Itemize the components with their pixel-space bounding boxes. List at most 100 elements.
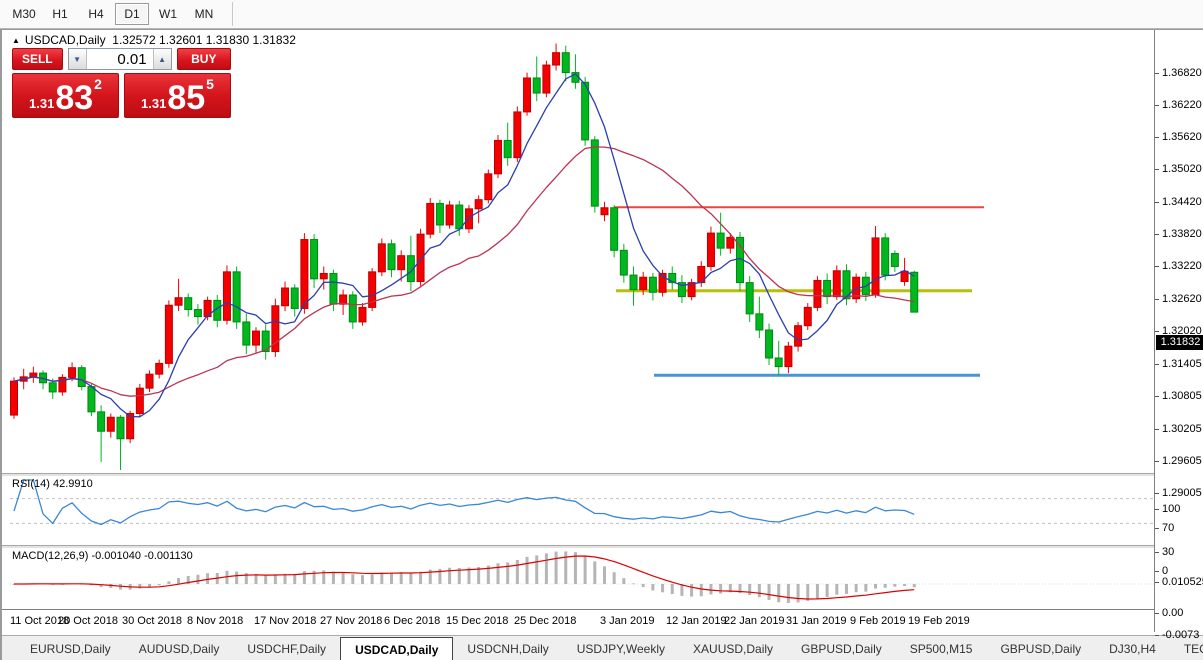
candle xyxy=(127,413,134,438)
candle xyxy=(359,307,366,322)
axis-tick-mark xyxy=(1155,582,1159,583)
candle xyxy=(69,368,76,378)
candle xyxy=(814,280,821,307)
candle xyxy=(243,322,250,345)
chart-tab-usdcad[interactable]: USDCAD,Daily xyxy=(340,637,453,660)
chart-tab-usdchf[interactable]: USDCHF,Daily xyxy=(233,636,340,660)
chart-tab-dj30[interactable]: DJ30,H4 xyxy=(1095,636,1170,660)
macd-bar xyxy=(768,584,771,600)
sell-price-box[interactable]: 1.31 83 2 xyxy=(12,73,119,118)
candle xyxy=(707,233,714,266)
macd-bar xyxy=(497,563,500,584)
buy-price-box[interactable]: 1.31 85 5 xyxy=(124,73,231,118)
volume-increase-button[interactable]: ▲ xyxy=(153,49,171,69)
axis-tick-mark xyxy=(1155,461,1159,462)
candle xyxy=(746,283,753,314)
date-tick-label: 30 Oct 2018 xyxy=(122,615,182,627)
chart-tab-xauusd[interactable]: XAUUSD,Daily xyxy=(679,636,787,660)
macd-bar xyxy=(864,584,867,592)
candle xyxy=(320,273,327,278)
main-chart-pane[interactable]: ▲USDCAD,Daily 1.32572 1.32601 1.31830 1.… xyxy=(2,30,1154,473)
chart-tab-sp500[interactable]: SP500,M15 xyxy=(896,636,987,660)
price-tick-label: 1.36220 xyxy=(1162,99,1202,111)
macd-bar xyxy=(777,584,780,602)
price-tick-label: 1.30805 xyxy=(1162,390,1202,402)
timeframe-button-h1[interactable]: H1 xyxy=(43,3,77,25)
candle xyxy=(136,388,143,413)
chart-tabs-bar: EURUSD,DailyAUDUSD,DailyUSDCHF,DailyUSDC… xyxy=(2,635,1203,660)
candle xyxy=(88,387,95,412)
macd-bar xyxy=(903,584,906,586)
timeframe-button-mn[interactable]: MN xyxy=(187,3,221,25)
candle xyxy=(117,417,124,439)
date-tick-label: 3 Jan 2019 xyxy=(600,615,654,627)
volume-decrease-button[interactable]: ▼ xyxy=(69,49,87,69)
macd-bar xyxy=(700,584,703,596)
macd-bar xyxy=(516,560,519,584)
macd-bar xyxy=(603,566,606,584)
macd-bar xyxy=(206,573,209,584)
timeframe-button-h4[interactable]: H4 xyxy=(79,3,113,25)
axis-tick-mark xyxy=(1155,493,1159,494)
date-tick-label: 19 Feb 2019 xyxy=(908,615,970,627)
candle xyxy=(795,326,802,346)
price-axis[interactable]: 1.368201.362201.356201.350201.344201.338… xyxy=(1154,30,1203,632)
axis-tick-mark xyxy=(1155,552,1159,553)
axis-tick-mark xyxy=(1155,331,1159,332)
collapse-triangle-icon[interactable]: ▲ xyxy=(12,36,20,45)
candle xyxy=(611,208,618,251)
timeframe-button-d1[interactable]: D1 xyxy=(115,3,149,25)
macd-bar xyxy=(758,584,761,597)
macd-bar xyxy=(535,555,538,584)
rsi-indicator-label: RSI(14) 42.9910 xyxy=(12,478,93,490)
buy-button[interactable]: BUY xyxy=(177,48,231,70)
macd-bar xyxy=(855,584,858,592)
chart-tab-gbpusd[interactable]: GBPUSD,Daily xyxy=(986,636,1095,660)
rsi-tick-label: 30 xyxy=(1162,546,1174,558)
sell-button[interactable]: SELL xyxy=(12,48,63,70)
date-tick-label: 9 Feb 2019 xyxy=(850,615,906,627)
horizontal-level-lines xyxy=(614,207,984,375)
candle xyxy=(756,314,763,330)
date-tick-label: 15 Dec 2018 xyxy=(446,615,508,627)
candle xyxy=(649,277,656,292)
candle xyxy=(630,275,637,290)
price-tick-label: 1.33220 xyxy=(1162,260,1202,272)
candle xyxy=(349,295,356,322)
candle xyxy=(911,272,918,312)
chart-tab-audusd[interactable]: AUDUSD,Daily xyxy=(125,636,234,660)
macd-bar xyxy=(419,572,422,584)
chart-tab-usdjpy[interactable]: USDJPY,Weekly xyxy=(563,636,679,660)
candle xyxy=(330,273,337,304)
ohlc-open: 1.32572 xyxy=(112,33,155,47)
date-axis[interactable]: 11 Oct 201820 Oct 201830 Oct 20188 Nov 2… xyxy=(2,609,1154,632)
macd-bar xyxy=(613,572,616,584)
date-tick-label: 31 Jan 2019 xyxy=(786,615,847,627)
chart-tab-gbpusd[interactable]: GBPUSD,Daily xyxy=(787,636,896,660)
axis-tick-mark xyxy=(1155,613,1159,614)
candle xyxy=(785,346,792,366)
candle xyxy=(804,307,811,325)
rsi-pane[interactable]: RSI(14) 42.9910 xyxy=(2,476,1154,545)
chart-tab-usdcnh[interactable]: USDCNH,Daily xyxy=(453,636,562,660)
chart-window: ▲USDCAD,Daily 1.32572 1.32601 1.31830 1.… xyxy=(0,29,1203,660)
timeframe-button-m30[interactable]: M30 xyxy=(7,3,41,25)
candle xyxy=(562,53,569,73)
macd-pane[interactable]: MACD(12,26,9) -0.001040 -0.001130 xyxy=(2,548,1154,609)
candle xyxy=(717,233,724,248)
timeframe-button-w1[interactable]: W1 xyxy=(151,3,185,25)
price-tick-label: 1.30205 xyxy=(1162,423,1202,435)
macd-bar xyxy=(642,584,645,587)
macd-bar xyxy=(351,574,354,584)
macd-bar xyxy=(787,584,790,603)
macd-bar xyxy=(274,575,277,584)
volume-input[interactable] xyxy=(87,49,153,69)
candle xyxy=(620,250,627,275)
candle xyxy=(504,140,511,157)
candle xyxy=(456,205,463,229)
chart-tab-eurusd[interactable]: EURUSD,Daily xyxy=(16,636,125,660)
rsi-tick-label: 100 xyxy=(1162,503,1180,515)
candle xyxy=(436,203,443,225)
price-tick-label: 1.35620 xyxy=(1162,131,1202,143)
volume-stepper: ▼ ▲ xyxy=(68,48,172,70)
